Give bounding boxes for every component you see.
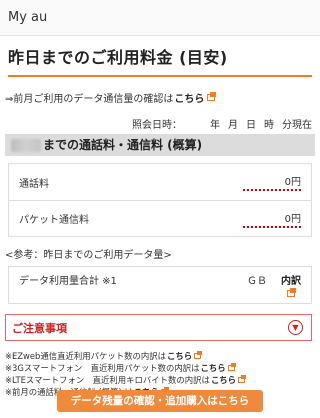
note-item: ※EZweb通信直近利用パケット数の内訳は こちら [5, 350, 312, 362]
external-link-icon[interactable] [227, 363, 236, 371]
usage-unit: ＧＢ [247, 276, 267, 287]
prev-month-row: ⇒前月ご利用のデータ通信量の確認は こちら [5, 90, 312, 105]
reference-label: 照会日時： [132, 120, 182, 131]
notice-accordion[interactable]: ご注意事項 ▼ [5, 314, 312, 341]
data-balance-button[interactable]: データ残量の確認・追加購入はこちら [57, 390, 263, 412]
reference-minute: 分現在 [282, 120, 312, 131]
fee-row-packet: パケット通信料 0円 [9, 200, 311, 236]
usage-box: データ利用量合計 ※1 ＧＢ 内訳 [8, 266, 312, 304]
reference-year: 年 [210, 120, 220, 131]
note-link[interactable]: こちら [211, 374, 236, 386]
charges-section-header: までの通話料・通信料 (概算) [5, 134, 315, 156]
fee-value: 0円 [243, 210, 301, 228]
usage-label: データ利用量合計 ※1 [19, 276, 117, 287]
chevron-down-icon[interactable]: ▼ [288, 320, 303, 335]
notice-title[interactable]: ご注意事項 [12, 320, 67, 336]
fee-label: パケット通信料 [19, 215, 89, 226]
prev-month-text: ⇒前月ご利用のデータ通信量の確認は [5, 94, 174, 105]
usage-right: ＧＢ 内訳 [247, 272, 301, 297]
app-header: My au [0, 0, 320, 36]
external-link-icon[interactable] [207, 92, 217, 101]
usage-heading: <参考：昨日までのご利用データ量> [5, 250, 172, 261]
note-link[interactable]: こちら [167, 350, 192, 362]
external-link-icon[interactable] [287, 288, 296, 297]
reference-hour: 時 [264, 120, 274, 131]
charges-section-title: までの通話料・通信料 (概算) [43, 138, 203, 152]
note-text: ※EZweb通信直近利用パケット数の内訳は [5, 351, 166, 361]
usage-detail-link[interactable]: 内訳 [281, 272, 301, 297]
note-text: ※LTEスマートフォン 直近利用キロバイト数の内訳は [5, 375, 210, 385]
note-item: ※3Gスマートフォン 直近利用パケット数の内訳は こちら [5, 362, 312, 374]
external-link-icon[interactable] [194, 351, 203, 359]
note-item: ※LTEスマートフォン 直近利用キロバイト数の内訳は こちら [5, 374, 312, 386]
note-text: ※3Gスマートフォン 直近利用パケット数の内訳は [5, 363, 200, 373]
reference-day: 日 [246, 120, 256, 131]
redacted-date [11, 138, 41, 152]
external-link-icon[interactable] [238, 375, 247, 383]
reference-month: 月 [228, 120, 238, 131]
reference-datetime: 照会日時： 年 月 日 時 分現在 [8, 116, 312, 131]
fee-row-call: 通話料 0円 [9, 164, 311, 200]
prev-month-link[interactable]: こちら [174, 90, 204, 105]
page-title-wrap: 昨日までのご利用料金 (目安) [8, 36, 312, 77]
brand-logo[interactable]: My au [8, 10, 47, 25]
note-link[interactable]: こちら [200, 362, 225, 374]
fee-label: 通話料 [19, 178, 49, 190]
usage-detail-label[interactable]: 内訳 [281, 272, 301, 287]
page-title: 昨日までのご利用料金 (目安) [8, 48, 228, 67]
fee-value: 0円 [243, 173, 301, 191]
fee-table: 通話料 0円 パケット通信料 0円 [8, 163, 312, 237]
